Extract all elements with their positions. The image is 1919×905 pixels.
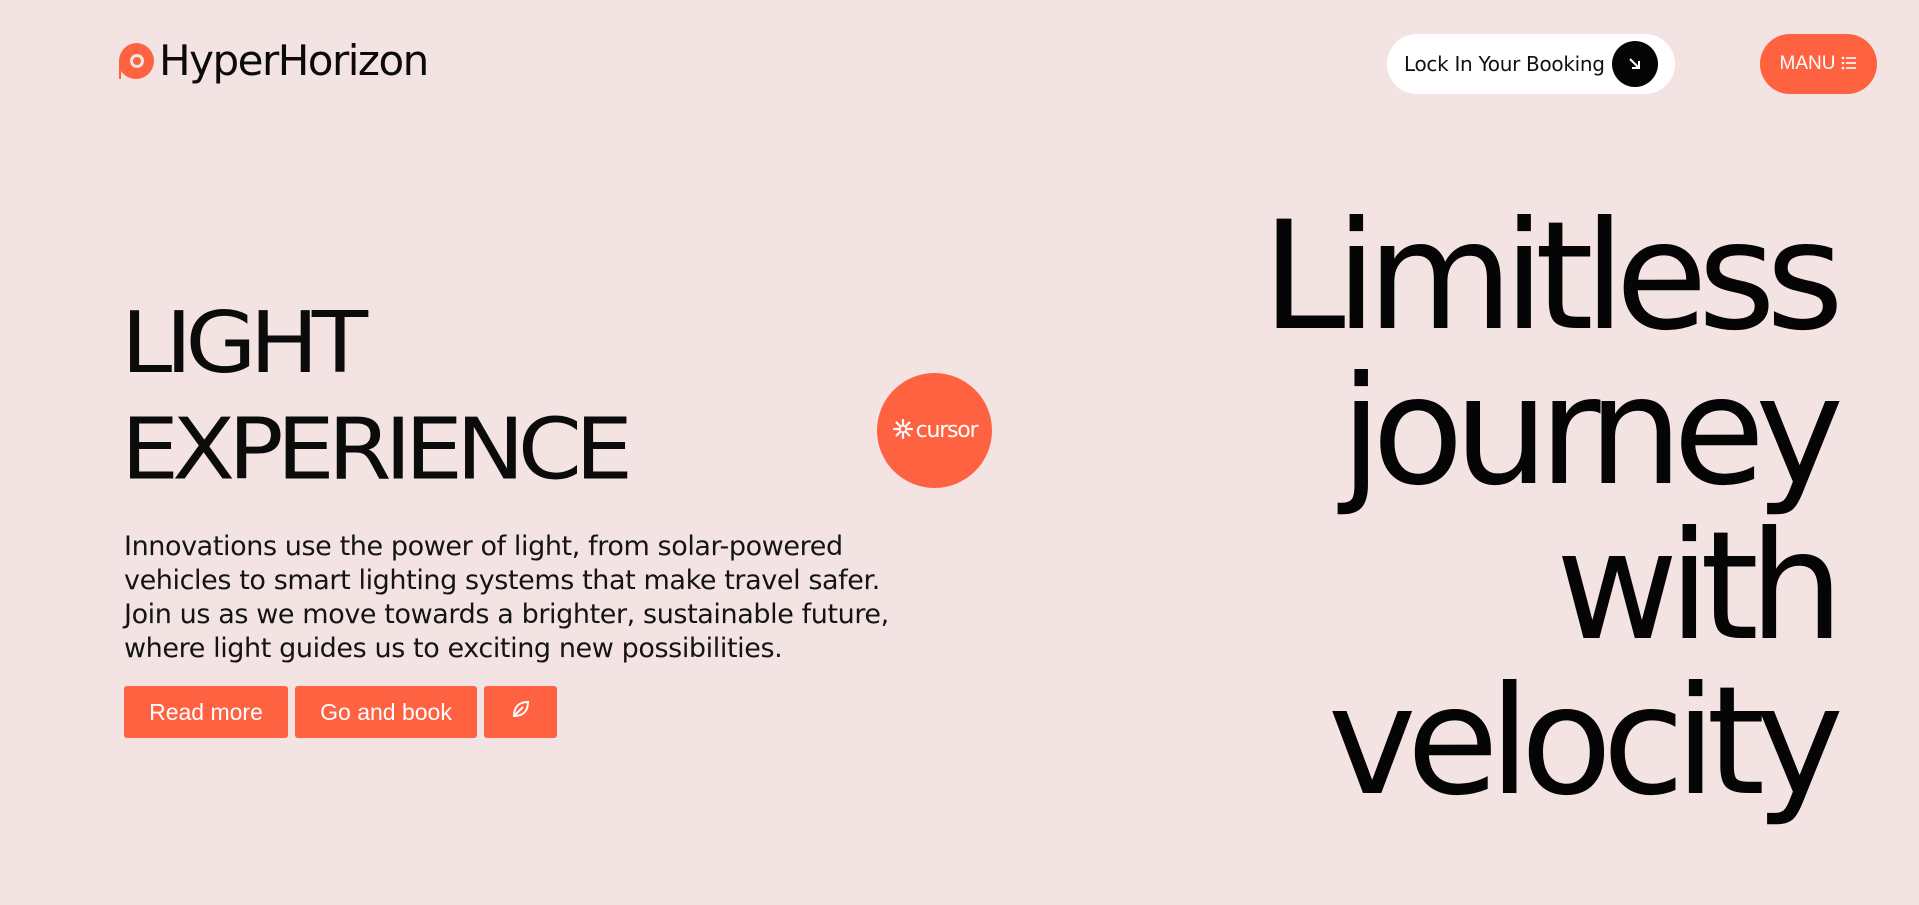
hero-title: LIGHT EXPERIENCE bbox=[121, 290, 633, 503]
hero-tagline: Limitless journey with velocity bbox=[1261, 190, 1844, 829]
hero-description: Innovations use the power of light, from… bbox=[124, 531, 889, 664]
cursor-badge-label: cursor bbox=[915, 418, 979, 443]
list-icon bbox=[1841, 55, 1857, 74]
logo-text: HyperHorizon bbox=[159, 36, 429, 85]
arrow-down-right-icon bbox=[1612, 41, 1658, 87]
cursor-badge: cursor bbox=[877, 373, 992, 488]
booking-label: Lock In Your Booking bbox=[1404, 52, 1605, 76]
logo-mark-icon bbox=[117, 41, 157, 81]
tagline-line: velocity bbox=[1327, 655, 1844, 829]
booking-button[interactable]: Lock In Your Booking bbox=[1387, 34, 1675, 94]
page: HyperHorizon Lock In Your Booking MANU L… bbox=[0, 0, 1919, 905]
hero-title-line: LIGHT bbox=[121, 293, 368, 393]
icon-button[interactable] bbox=[484, 686, 557, 738]
tagline-line: Limitless bbox=[1261, 190, 1844, 364]
tagline-line: journey bbox=[1340, 345, 1844, 519]
menu-label: MANU bbox=[1779, 53, 1836, 74]
menu-button[interactable]: MANU bbox=[1760, 34, 1877, 94]
read-more-button[interactable]: Read more bbox=[124, 686, 288, 738]
hero-actions: Read more Go and book bbox=[124, 686, 557, 738]
logo[interactable]: HyperHorizon bbox=[117, 36, 429, 85]
hero-title-line: EXPERIENCE bbox=[121, 400, 633, 499]
go-and-book-button[interactable]: Go and book bbox=[295, 686, 477, 738]
tagline-line: with bbox=[1555, 500, 1844, 674]
snowflake-icon bbox=[892, 418, 914, 444]
leaf-icon bbox=[510, 698, 532, 726]
